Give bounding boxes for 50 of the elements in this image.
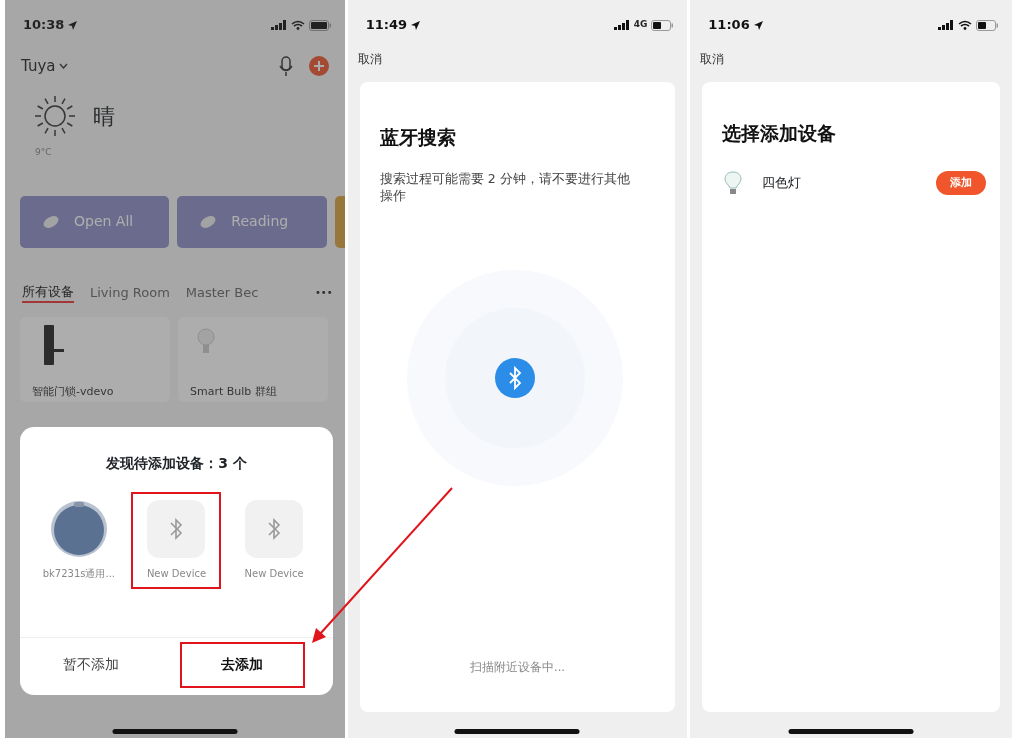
device-card[interactable]: 智能门锁-vdevo	[20, 317, 170, 402]
light-bulb-icon	[724, 171, 743, 196]
add-icon[interactable]	[308, 56, 329, 76]
add-button[interactable]: 添加	[936, 170, 986, 196]
room-tab[interactable]: Master Bec	[185, 282, 259, 302]
sun-icon	[33, 94, 77, 138]
device-card[interactable]: Smart Bulb 群组	[178, 317, 328, 402]
signal-icon	[270, 20, 287, 30]
device-name: bk7231s通用...	[42, 567, 115, 581]
room-tab[interactable]: Living Room	[90, 282, 170, 302]
description-text: 搜索过程可能需要 2 分钟，请不要进行其他操作	[379, 170, 631, 205]
scene-button-edge	[334, 195, 345, 248]
dialog-button[interactable]: 暂不添加	[30, 643, 152, 686]
device-name: 四色灯	[762, 173, 802, 192]
location-arrow-icon	[753, 20, 763, 30]
location-arrow-icon	[411, 20, 421, 30]
chevron-down-icon[interactable]	[59, 63, 69, 69]
signal-icon	[938, 20, 954, 30]
bluetooth-icon	[245, 500, 304, 558]
device-name: Smart Bulb 群组	[190, 383, 277, 400]
dialog-button[interactable]: 去添加	[181, 643, 303, 686]
robot-vacuum-icon	[49, 500, 108, 558]
device-name: New Device	[244, 567, 304, 581]
microphone-icon[interactable]	[278, 56, 293, 76]
leaf-icon	[42, 213, 60, 230]
clock-time: 10:38	[23, 16, 65, 35]
battery-icon	[976, 19, 998, 31]
weather-condition: 晴	[93, 102, 115, 131]
cancel-link[interactable]: 取消	[347, 50, 392, 72]
clock-time: 11:49	[365, 16, 408, 35]
page-title: 选择添加设备	[722, 122, 838, 145]
scanning-status: 扫描附近设备中...	[469, 658, 566, 676]
more-tabs-icon[interactable]: •••	[314, 284, 333, 300]
cancel-link[interactable]: 取消	[690, 50, 735, 72]
signal-icon	[613, 20, 630, 30]
leaf-icon	[199, 213, 218, 230]
temperature-reading: 9°C	[34, 146, 53, 159]
room-tab[interactable]: 所有设备	[22, 281, 74, 303]
bluetooth-icon	[147, 500, 206, 558]
battery-icon	[651, 19, 674, 31]
location-arrow-icon	[68, 20, 78, 30]
network-label: 4G	[633, 18, 648, 32]
bluetooth-icon	[494, 358, 535, 398]
device-name: New Device	[146, 567, 207, 581]
battery-icon	[308, 19, 331, 31]
home-name[interactable]: Tuya	[21, 54, 56, 78]
device-name: 智能门锁-vdevo	[32, 383, 114, 400]
page-title: 蓝牙搜索	[379, 126, 457, 149]
dialog-title: 发现待添加设备：3 个	[105, 454, 248, 473]
clock-time: 11:06	[708, 16, 750, 35]
